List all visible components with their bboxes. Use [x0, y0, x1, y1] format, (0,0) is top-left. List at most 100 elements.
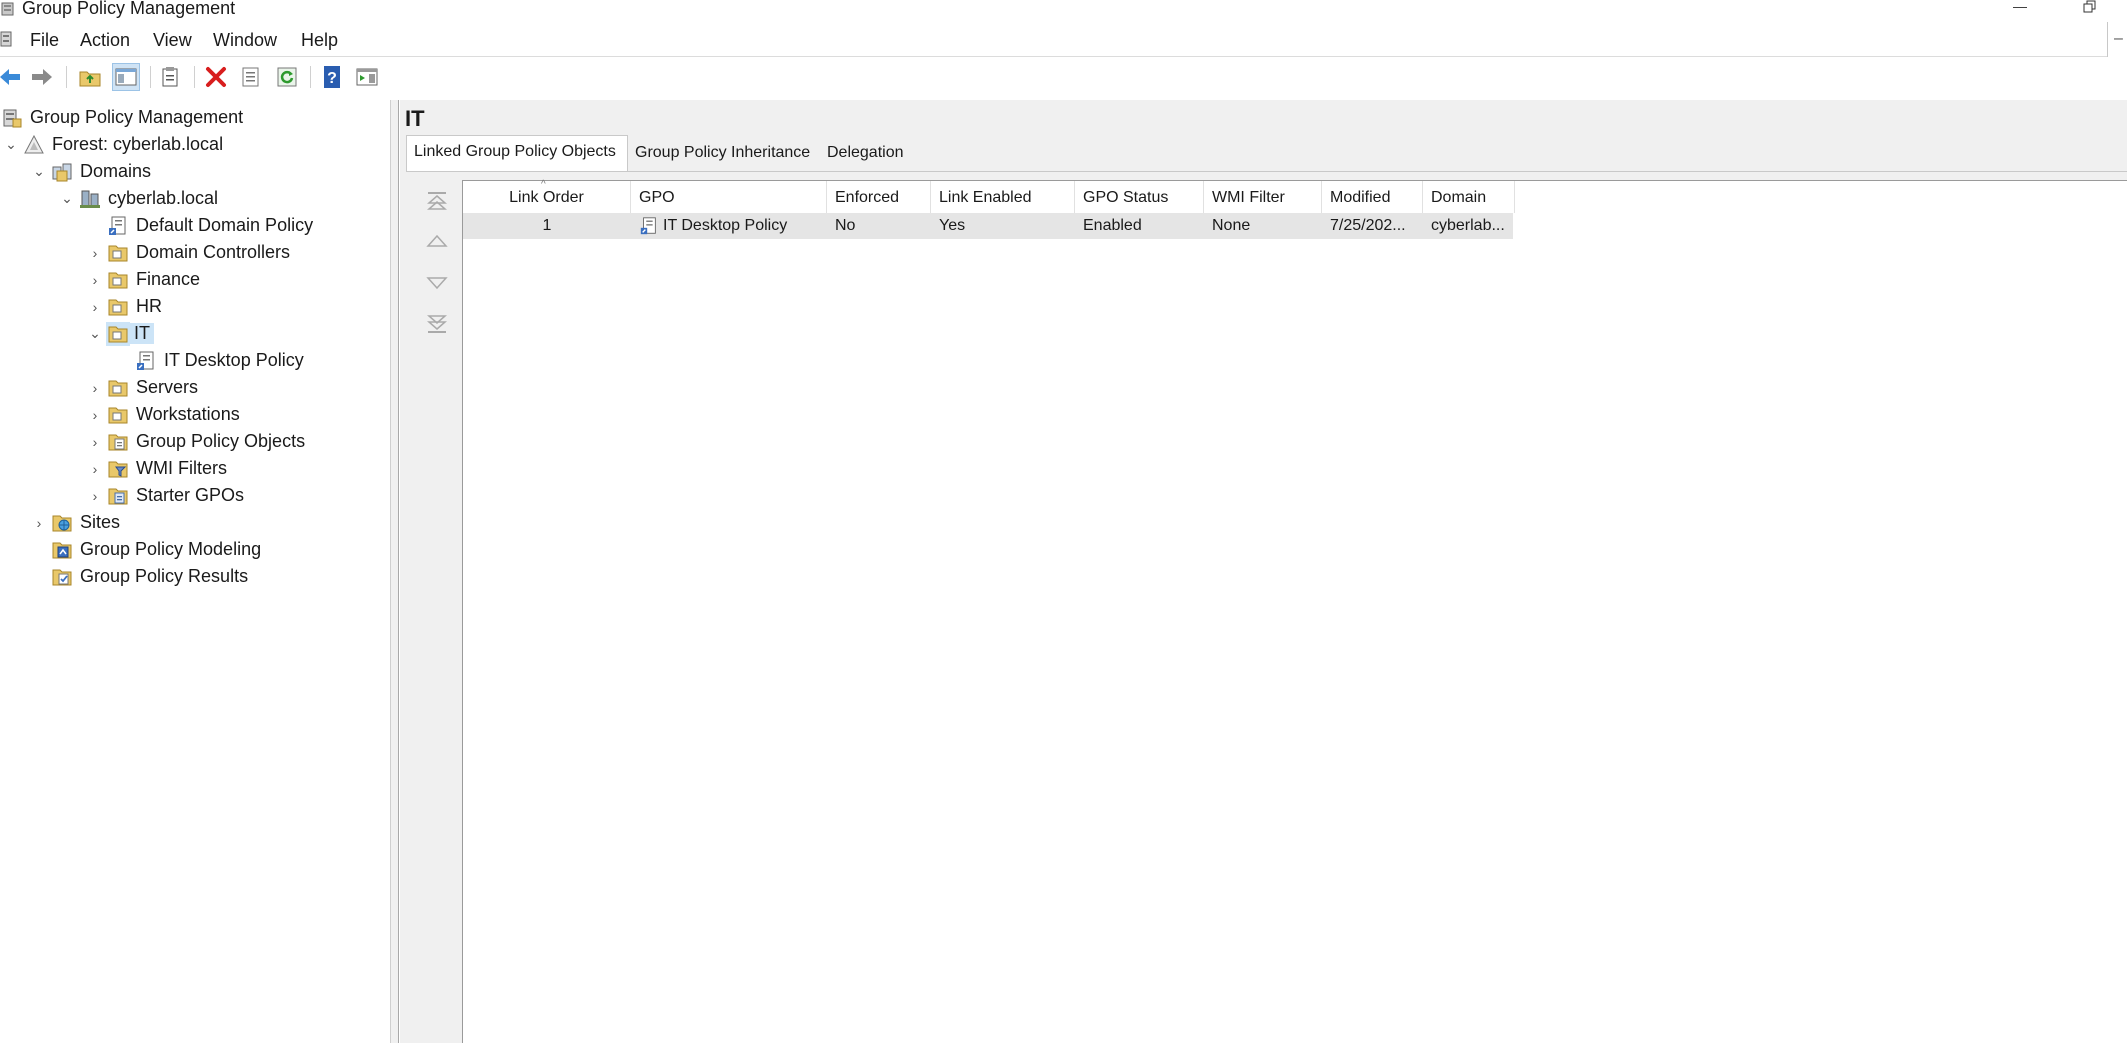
chevron-right-icon[interactable]: › [84, 377, 106, 399]
pane-splitter[interactable] [391, 100, 399, 1043]
chevron-down-icon[interactable]: ⌄ [0, 134, 22, 156]
tree-item-group-policy-objects[interactable]: › Group Policy Objects [84, 428, 305, 455]
cell-link-enabled: Yes [939, 217, 966, 234]
cell-gpo: IT Desktop Policy [631, 213, 827, 239]
chevron-right-icon[interactable]: › [84, 431, 106, 453]
tree-item-wmi-filters[interactable]: › WMI Filters [84, 455, 227, 482]
tree-item-group-policy-results[interactable]: Group Policy Results [50, 563, 248, 590]
ou-folder-icon [106, 376, 130, 400]
console-menu-icon[interactable] [0, 29, 16, 54]
chevron-right-icon[interactable]: › [84, 458, 106, 480]
minimize-icon[interactable]: — [2008, 0, 2032, 16]
menu-file[interactable]: File [30, 30, 59, 51]
move-to-top-icon[interactable] [424, 187, 450, 215]
chevron-right-icon[interactable]: › [84, 242, 106, 264]
cell-enforced: No [835, 217, 856, 234]
chevron-right-icon[interactable]: › [84, 404, 106, 426]
tree-item-gpm-root[interactable]: Group Policy Management [0, 104, 243, 131]
tree-item-it-desktop-policy[interactable]: IT Desktop Policy [134, 347, 304, 374]
chevron-down-icon[interactable]: ⌄ [28, 161, 50, 183]
show-action-pane-icon[interactable] [353, 63, 381, 91]
tree-item-cyberlab-local[interactable]: ⌄ cyberlab.local [56, 185, 218, 212]
tree-item-domain-controllers[interactable]: › Domain Controllers [84, 239, 290, 266]
gpo-link-icon [134, 349, 158, 373]
forest-icon [22, 133, 46, 157]
chevron-right-icon[interactable]: › [84, 269, 106, 291]
modeling-icon [50, 538, 74, 562]
chevron-right-icon[interactable]: › [28, 512, 50, 534]
help-icon[interactable]: ? [318, 63, 346, 91]
menu-window[interactable]: Window [213, 30, 277, 51]
svg-text:?: ? [327, 70, 337, 87]
col-gpo[interactable]: GPO [631, 181, 827, 213]
col-enforced[interactable]: Enforced [827, 181, 931, 213]
chevron-right-icon[interactable]: › [84, 485, 106, 507]
tree-item-starter-gpos[interactable]: › Starter GPOs [84, 482, 244, 509]
cell-wmi-filter: None [1212, 217, 1251, 234]
table-row[interactable]: 1 IT Desktop Policy No Yes Enabled None … [463, 213, 1513, 239]
move-to-bottom-icon[interactable] [424, 310, 450, 338]
linked-gpos-panel: ^ Link Order GPO Enforced Link Enabled G… [406, 171, 2127, 1043]
tree-item-default-domain-policy[interactable]: Default Domain Policy [106, 212, 313, 239]
tree-item-label: Group Policy Results [80, 566, 249, 586]
forward-icon[interactable] [28, 63, 56, 91]
tree-item-forest[interactable]: ⌄ Forest: cyberlab.local [0, 131, 223, 158]
col-domain[interactable]: Domain [1423, 181, 1515, 213]
menu-help[interactable]: Help [301, 30, 338, 51]
gpo-link-icon [639, 216, 659, 236]
sort-ascending-icon: ^ [541, 179, 546, 190]
tree-item-sites[interactable]: › Sites [28, 509, 120, 536]
tree-item-label: Group Policy Modeling [80, 539, 262, 559]
tree-item-domains[interactable]: ⌄ Domains [28, 158, 151, 185]
menubar-minimize-child[interactable]: – [2107, 22, 2127, 57]
tree-item-hr[interactable]: › HR [84, 293, 162, 320]
move-down-icon[interactable] [424, 268, 450, 296]
tab-delegation[interactable]: Delegation [820, 137, 916, 171]
tree-item-label: cyberlab.local [108, 188, 219, 208]
move-up-icon[interactable] [424, 228, 450, 256]
menu-view[interactable]: View [153, 30, 192, 51]
menu-bar: File Action View Window Help [0, 22, 2107, 57]
tree-item-servers[interactable]: › Servers [84, 374, 198, 401]
ou-folder-icon [106, 295, 130, 319]
ou-folder-icon [106, 321, 130, 346]
chevron-down-icon[interactable]: ⌄ [56, 188, 78, 210]
toolbar: ? [0, 58, 2127, 96]
export-list-icon[interactable] [237, 63, 265, 91]
tree-item-label: Starter GPOs [136, 485, 245, 505]
cell-link-order: 1 [542, 217, 552, 234]
refresh-icon[interactable] [273, 63, 301, 91]
col-gpo-status[interactable]: GPO Status [1075, 181, 1204, 213]
cell-modified: 7/25/202... [1330, 217, 1406, 234]
tree-item-label: Group Policy Objects [136, 431, 306, 451]
tree-item-it[interactable]: ⌄ IT [84, 320, 154, 347]
tree-item-label: Forest: cyberlab.local [52, 134, 224, 154]
up-folder-icon[interactable] [76, 63, 104, 91]
restore-icon[interactable] [2078, 0, 2102, 16]
properties-icon[interactable] [156, 63, 184, 91]
chevron-right-icon[interactable]: › [84, 296, 106, 318]
table-header: ^ Link Order GPO Enforced Link Enabled G… [463, 179, 2127, 213]
show-hide-tree-icon[interactable] [112, 63, 140, 91]
delete-icon[interactable] [202, 63, 230, 91]
col-label: Link Order [509, 189, 584, 206]
tab-linked-gpos[interactable]: Linked Group Policy Objects [406, 135, 628, 172]
ou-folder-icon [106, 403, 130, 427]
tree-item-label: Domain Controllers [136, 242, 291, 262]
gpo-name: IT Desktop Policy [663, 217, 788, 234]
tree-item-finance[interactable]: › Finance [84, 266, 200, 293]
tree-item-group-policy-modeling[interactable]: Group Policy Modeling [50, 536, 261, 563]
tree-item-workstations[interactable]: › Workstations [84, 401, 240, 428]
col-link-order[interactable]: ^ Link Order [463, 179, 631, 213]
chevron-down-icon[interactable]: ⌄ [84, 323, 106, 345]
tree-item-label: Sites [80, 512, 121, 532]
tab-gp-inheritance[interactable]: Group Policy Inheritance [628, 137, 818, 171]
gpm-icon [0, 106, 24, 130]
tree-item-label: Finance [136, 269, 201, 289]
col-link-enabled[interactable]: Link Enabled [931, 181, 1075, 213]
back-icon[interactable] [0, 63, 24, 91]
col-wmi-filter[interactable]: WMI Filter [1204, 181, 1322, 213]
col-modified[interactable]: Modified [1322, 181, 1423, 213]
menu-action[interactable]: Action [80, 30, 130, 51]
gpo-container-icon [106, 430, 130, 454]
